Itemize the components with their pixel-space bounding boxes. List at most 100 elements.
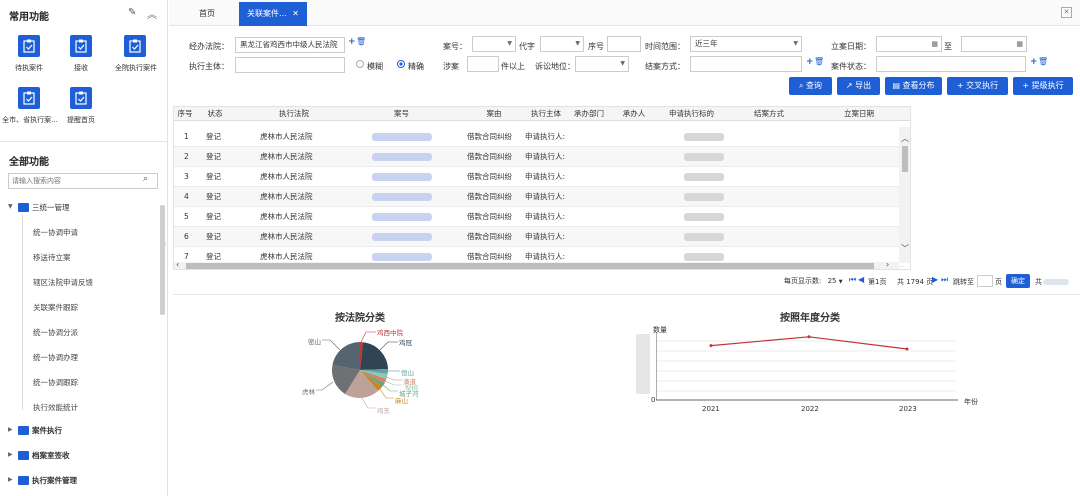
tab-related-cases[interactable]: 关联案件... ✕ [239,2,307,26]
table-row[interactable]: 3 登记 虎林市人民法院 借款合同纠纷 申请执行人: [174,167,904,187]
function-search-input[interactable] [12,175,138,187]
seq-input[interactable] [607,36,641,52]
collapse-icon[interactable]: ︽ [147,6,157,21]
seq-label: 序号 [588,42,604,51]
tree-group-archive[interactable]: ▶ 档案室签收 [8,450,148,462]
view-distribution-button[interactable]: ▤ 查看分布 [885,77,942,95]
escalate-execution-button[interactable]: + 提级执行 [1013,77,1073,95]
table-row[interactable]: 2 登记 虎林市人民法院 借款合同纠纷 申请执行人: [174,147,904,167]
tree-item-coordination-track[interactable]: 统一协调跟踪 [33,377,78,388]
search-icon[interactable]: ⌕ [143,174,148,184]
quick-item-receive[interactable] [70,35,92,57]
next-page-icon[interactable]: ▶ [932,275,938,284]
cell-subject: 申请执行人: [525,232,566,241]
range-select[interactable]: 近三年 ▼ [690,36,802,52]
calendar-icon[interactable]: ▦ [931,37,938,51]
litigation-status-select[interactable]: ▼ [575,56,629,72]
court-input[interactable]: 黑龙江省鸡西市中级人民法院 [235,37,345,53]
case-year-select[interactable]: ▼ [472,36,516,52]
per-page-value: 25 [827,277,837,285]
col-header: 案号 [394,109,409,118]
redacted-amount [684,193,724,201]
horizontal-scrollbar[interactable]: ‹ › [174,260,899,269]
vertical-scrollbar[interactable]: ︿ ﹀ [899,127,910,263]
delete-icon[interactable]: 🗑 [1038,57,1048,66]
dropdown-arrow-icon: ▼ [575,40,580,47]
sidebar-scrollbar[interactable] [160,205,165,315]
caret-right-icon: ▶ [8,476,13,483]
subject-input[interactable] [235,57,345,73]
edit-icon[interactable]: ✎ [128,7,136,18]
cell-cause: 借款合同纠纷 [467,212,512,221]
last-page-icon[interactable]: ⏭ [941,275,948,285]
cell-no: 6 [184,232,189,241]
tree-item-district-feedback[interactable]: 辖区法院申请反馈 [33,277,93,288]
filed-date-start[interactable]: ▦ [876,36,942,52]
splitter-handle[interactable]: ‹ [164,240,167,248]
line-chart [656,332,958,401]
filed-date-end[interactable]: ▦ [961,36,1027,52]
tree-group-unified[interactable]: ▼ 三统一管理 [8,202,148,214]
table-row[interactable]: 6 登记 虎林市人民法院 借款合同纠纷 申请执行人: [174,227,904,247]
fuzzy-radio[interactable] [356,60,364,68]
tree-group-case-management[interactable]: ▶ 执行案件管理 [8,475,148,487]
exact-radio[interactable] [397,60,405,68]
col-header: 序号 [177,109,193,118]
prev-page-icon[interactable]: ◀ [858,275,864,284]
query-button[interactable]: ⌕ 查询 [789,77,832,95]
quick-item-city-province[interactable] [18,87,40,109]
jump-confirm-button[interactable]: 确定 [1006,274,1030,288]
cell-court: 虎林市人民法院 [260,212,313,221]
add-icon[interactable]: + [806,57,814,67]
scroll-right-icon[interactable]: › [886,260,889,269]
cell-court: 虎林市人民法院 [260,152,313,161]
tree-item-related-tracking[interactable]: 关联案件跟踪 [33,302,78,313]
tab-home[interactable]: 首页 [177,2,237,26]
folder-icon [18,426,29,435]
tree-item-coordination-handle[interactable]: 统一协调办理 [33,352,78,363]
close-all-icon[interactable]: ✕ [1061,7,1072,18]
per-page-select[interactable]: 25 ▼ [828,277,843,285]
scroll-thumb[interactable] [902,146,908,172]
cell-status: 登记 [206,172,221,181]
quick-item-all-court[interactable] [124,35,146,57]
calendar-icon[interactable]: ▦ [1016,37,1023,51]
cross-execution-button[interactable]: + 交叉执行 [947,77,1008,95]
scroll-up-icon[interactable]: ︿ [901,133,909,144]
table-row[interactable]: 5 登记 虎林市人民法院 借款合同纠纷 申请执行人: [174,207,904,227]
y-axis-zero: 0 [651,396,656,404]
amount-label: 涉案 [443,62,459,71]
jump-input[interactable] [977,275,993,287]
dropdown-arrow-icon: ▼ [620,60,625,67]
table-row[interactable]: 1 登记 虎林市人民法院 借款合同纠纷 申请执行人: [174,127,904,147]
scroll-down-icon[interactable]: ﹀ [901,243,909,254]
cell-court: 虎林市人民法院 [260,172,313,181]
export-button[interactable]: ↗ 导出 [837,77,880,95]
tree-line [22,214,23,410]
amount-input[interactable] [467,56,499,72]
scroll-thumb[interactable] [186,263,874,269]
close-method-input[interactable] [690,56,802,72]
pie-label: 麻山 [395,397,408,405]
tree-group-execution[interactable]: ▶ 案件执行 [8,425,148,437]
close-icon[interactable]: ✕ [292,9,299,18]
scroll-left-icon[interactable]: ‹ [176,260,179,269]
col-header: 承办人 [622,109,646,118]
add-icon[interactable]: + [348,37,356,47]
tree-item-transfer-pending[interactable]: 移送待立案 [33,252,71,263]
data-point [709,344,713,348]
add-icon[interactable]: + [1030,57,1038,67]
caret-right-icon: ▶ [8,451,13,458]
tree-item-coordination-apply[interactable]: 统一协调申请 [33,227,78,238]
tree-item-efficiency-stats[interactable]: 执行效能统计 [33,402,78,413]
quick-item-reminder[interactable] [70,87,92,109]
tree-item-coordination-assign[interactable]: 统一协调分派 [33,327,78,338]
quick-item-pending[interactable] [18,35,40,57]
code-select[interactable]: ▼ [540,36,584,52]
table-row[interactable]: 4 登记 虎林市人民法院 借款合同纠纷 申请执行人: [174,187,904,207]
first-page-icon[interactable]: ⏮ [849,275,856,285]
delete-icon[interactable]: 🗑 [356,37,366,46]
subject-label: 执行主体： [189,62,229,71]
delete-icon[interactable]: 🗑 [814,57,824,66]
case-state-input[interactable] [876,56,1026,72]
